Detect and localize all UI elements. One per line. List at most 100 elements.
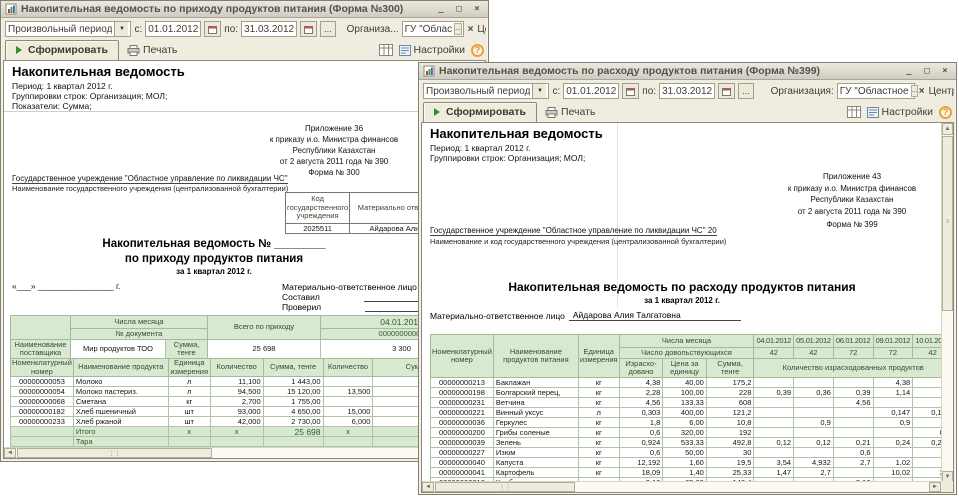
cell: 1,02 bbox=[873, 458, 913, 468]
minimize-icon[interactable]: _ bbox=[902, 65, 916, 77]
date-from-input[interactable]: 01.01.2012 bbox=[145, 21, 201, 37]
cell: 1,60 bbox=[663, 458, 707, 468]
filter-toolbar: Произвольный период ▼ с: 01.01.2012 по: … bbox=[5, 20, 486, 38]
play-icon bbox=[16, 46, 22, 54]
from-label: с: bbox=[552, 86, 560, 97]
cell: 0,147 bbox=[873, 408, 913, 418]
close-icon[interactable]: × bbox=[938, 65, 952, 77]
days-label: Числа месяца bbox=[619, 335, 754, 348]
horizontal-scrollbar[interactable]: ◄ ⋮⋮ ► bbox=[4, 447, 485, 458]
cell: л bbox=[578, 408, 619, 418]
select-icon[interactable]: ... bbox=[454, 23, 462, 35]
cell: 0,21 bbox=[833, 438, 873, 448]
persons-count: 72 bbox=[873, 348, 913, 359]
calendar-icon[interactable] bbox=[204, 21, 221, 37]
cell: 400,00 bbox=[663, 408, 707, 418]
cell: кг bbox=[578, 398, 619, 408]
center-label: Центр материально.. bbox=[929, 86, 954, 97]
cell: 40,00 bbox=[663, 378, 707, 388]
scrollbar-thumb[interactable]: ≡ bbox=[942, 136, 953, 311]
date-to-input[interactable]: 31.03.2012 bbox=[659, 83, 715, 99]
qty-group-header: Количество израсходованных продуктов bbox=[754, 359, 953, 378]
scroll-left-icon[interactable]: ◄ bbox=[4, 448, 16, 458]
minimize-icon[interactable]: _ bbox=[434, 3, 448, 15]
col-header: Номенклатурный номер bbox=[11, 359, 74, 377]
scrollbar-thumb[interactable]: ⋮⋮ bbox=[435, 482, 575, 492]
generate-button[interactable]: Сформировать bbox=[5, 40, 119, 61]
cell: Винный уксус bbox=[493, 408, 578, 418]
maximize-icon[interactable]: □ bbox=[920, 65, 934, 77]
cell: 0,9 bbox=[794, 418, 834, 428]
cell: 00000000200 bbox=[431, 428, 494, 438]
scroll-left-icon[interactable]: ◄ bbox=[422, 482, 434, 492]
help-icon[interactable]: ? bbox=[471, 44, 484, 57]
period-combo[interactable]: Произвольный период ▼ bbox=[5, 21, 131, 37]
cell: 00000000221 bbox=[431, 408, 494, 418]
close-icon[interactable]: × bbox=[470, 3, 484, 15]
period-more-button[interactable]: ... bbox=[320, 21, 336, 37]
institution-name: Государственное учреждение "Областное уп… bbox=[12, 174, 288, 183]
calendar-icon[interactable] bbox=[718, 83, 735, 99]
chevron-down-icon[interactable]: ▼ bbox=[114, 22, 128, 36]
calendar-icon[interactable] bbox=[622, 83, 639, 99]
institution-caption: Наименование и код государственного учре… bbox=[430, 237, 726, 246]
cell: 19,5 bbox=[706, 458, 754, 468]
window-title: Накопительная ведомость по приходу проду… bbox=[21, 3, 430, 15]
calendar-icon[interactable] bbox=[300, 21, 317, 37]
period-more-button[interactable]: ... bbox=[738, 83, 754, 99]
clear-icon[interactable]: × bbox=[467, 24, 475, 35]
supplier-label: Наименование поставщика bbox=[11, 340, 71, 359]
cell: Хлеб пшеничный bbox=[73, 407, 168, 417]
help-icon[interactable]: ? bbox=[939, 106, 952, 119]
cell: 1,8 bbox=[619, 418, 663, 428]
expense-row: 00000000198 Болгарский перец, кг 2,28 10… bbox=[431, 388, 953, 398]
org-label: Организа... bbox=[347, 24, 399, 35]
cell: 2,7 bbox=[833, 458, 873, 468]
vertical-scrollbar[interactable]: ▲ ≡ ▼ bbox=[941, 123, 953, 483]
table-icon[interactable] bbox=[379, 44, 393, 56]
expense-row: 00000000221 Винный уксус л 0,303 400,00 … bbox=[431, 408, 953, 418]
table-icon[interactable] bbox=[847, 106, 861, 118]
cell bbox=[754, 448, 794, 458]
scroll-up-icon[interactable]: ▲ bbox=[942, 123, 953, 135]
cell: кг bbox=[168, 397, 210, 407]
generate-button[interactable]: Сформировать bbox=[423, 102, 537, 123]
date-from-input[interactable]: 01.01.2012 bbox=[563, 83, 619, 99]
horizontal-scrollbar[interactable]: ◄ ⋮⋮ ► bbox=[422, 481, 941, 492]
cell: 100,00 bbox=[663, 388, 707, 398]
cell bbox=[323, 377, 373, 387]
clear-icon[interactable]: × bbox=[918, 86, 926, 97]
cell: 30 bbox=[706, 448, 754, 458]
separator bbox=[4, 111, 485, 112]
period-value: Произвольный период bbox=[8, 24, 112, 35]
product-row: 00000000182 Хлеб пшеничный шт 93,000 4 6… bbox=[11, 407, 485, 417]
appendix-block: Приложение 43 к приказу и.о. Министра фи… bbox=[752, 171, 952, 217]
cell: x bbox=[210, 427, 263, 437]
date-to-input[interactable]: 31.03.2012 bbox=[241, 21, 297, 37]
supplier-name: Мир продуктов ТОО bbox=[71, 340, 166, 359]
scrollbar-thumb[interactable]: ⋮⋮ bbox=[17, 448, 212, 458]
cell: 6,00 bbox=[663, 418, 707, 428]
report-period: Период: 1 квартал 2012 г. bbox=[430, 143, 531, 153]
settings-button[interactable]: Настройки bbox=[399, 44, 466, 56]
cell bbox=[754, 378, 794, 388]
settings-button[interactable]: Настройки bbox=[867, 106, 934, 118]
org-input[interactable]: ГУ "Областное... bbox=[837, 83, 915, 99]
maximize-icon[interactable]: □ bbox=[452, 3, 466, 15]
cell: 00000000039 bbox=[431, 438, 494, 448]
chevron-down-icon[interactable]: ▼ bbox=[532, 84, 546, 98]
cell: 00000000227 bbox=[431, 448, 494, 458]
doc-subtitle: за 1 квартал 2012 г. bbox=[422, 296, 942, 305]
scroll-right-icon[interactable]: ► bbox=[929, 482, 941, 492]
cell bbox=[794, 398, 834, 408]
titlebar[interactable]: Накопительная ведомость по приходу проду… bbox=[1, 1, 488, 18]
org-input[interactable]: ГУ "Облас... bbox=[402, 21, 464, 37]
persons-count: 72 bbox=[833, 348, 873, 359]
period-combo[interactable]: Произвольный период ▼ bbox=[423, 83, 549, 99]
action-toolbar: Сформировать Печать Настройки ? bbox=[5, 40, 484, 60]
print-button[interactable]: Печать bbox=[545, 106, 595, 118]
cell: 00000000036 bbox=[431, 418, 494, 428]
titlebar[interactable]: Накопительная ведомость по расходу проду… bbox=[419, 63, 956, 80]
print-button[interactable]: Печать bbox=[127, 44, 177, 56]
cell: 0,39 bbox=[754, 388, 794, 398]
